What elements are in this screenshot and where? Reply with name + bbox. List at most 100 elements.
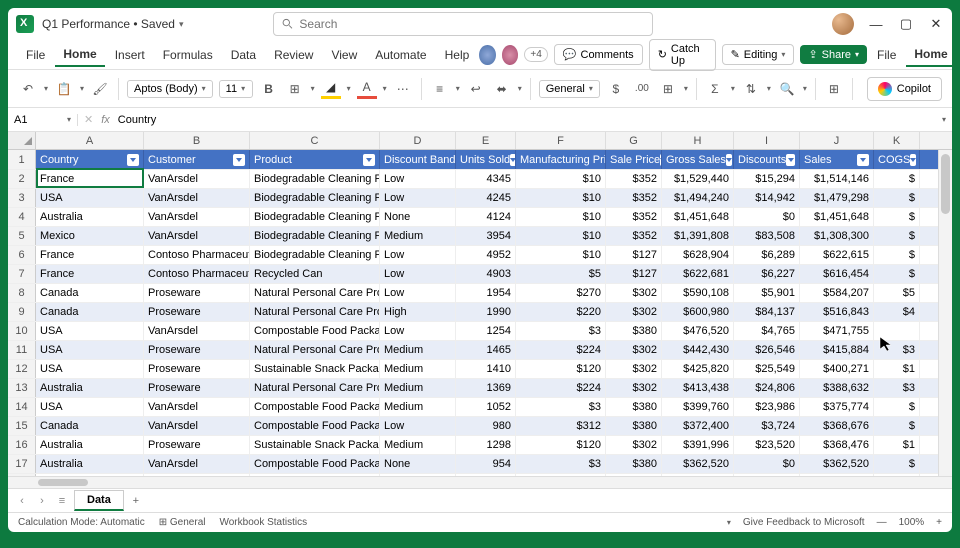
cell[interactable]: $	[874, 170, 920, 188]
filter-icon[interactable]	[233, 154, 245, 166]
header-cell[interactable]: Product	[250, 150, 380, 169]
cell[interactable]: $362,520	[800, 455, 874, 473]
sheet-nav-next[interactable]: ›	[34, 495, 50, 507]
menu-automate[interactable]: Automate	[367, 44, 434, 66]
wrap-text-icon[interactable]: ↩	[466, 79, 486, 99]
cell[interactable]: $270	[516, 284, 606, 302]
calc-mode[interactable]: Calculation Mode: Automatic	[18, 517, 145, 528]
cell[interactable]: Australia	[36, 208, 144, 226]
cell[interactable]: USA	[36, 360, 144, 378]
header-cell[interactable]: Discount Band	[380, 150, 456, 169]
cell[interactable]: $6,227	[734, 265, 800, 283]
cell[interactable]: $312	[516, 417, 606, 435]
header-cell[interactable]: Discounts	[734, 150, 800, 169]
cell[interactable]: Canada	[36, 417, 144, 435]
cell[interactable]: 954	[456, 455, 516, 473]
collaborator-avatar[interactable]	[502, 45, 519, 65]
cell[interactable]: Australia	[36, 455, 144, 473]
format-table-icon[interactable]: ⊞	[658, 79, 678, 99]
cell[interactable]: $590,108	[662, 284, 734, 302]
column-header-A[interactable]: A	[36, 132, 144, 149]
row-header[interactable]: 11	[8, 341, 36, 359]
sheet-list-icon[interactable]: ≡	[54, 495, 70, 507]
currency-icon[interactable]: $	[606, 79, 626, 99]
cell[interactable]: Proseware	[144, 303, 250, 321]
cell[interactable]: Mexico	[36, 227, 144, 245]
horizontal-scrollbar[interactable]	[8, 476, 952, 488]
menu-review[interactable]: Review	[266, 44, 321, 66]
cell[interactable]: High	[380, 303, 456, 321]
cell[interactable]: $380	[606, 322, 662, 340]
cell[interactable]: Compostable Food Packaging	[250, 455, 380, 473]
cell[interactable]: Natural Personal Care Products	[250, 303, 380, 321]
cell[interactable]: Proseware	[144, 379, 250, 397]
cell[interactable]: 4245	[456, 189, 516, 207]
column-header-G[interactable]: G	[606, 132, 662, 149]
cell[interactable]: VanArsdel	[144, 227, 250, 245]
general-status[interactable]: ⊞ General	[159, 517, 206, 528]
fill-color-icon[interactable]: ◢	[321, 79, 341, 99]
cell[interactable]: 1954	[456, 284, 516, 302]
sheet-nav-prev[interactable]: ‹	[14, 495, 30, 507]
cell[interactable]: $15,294	[734, 170, 800, 188]
cell[interactable]: $1,479,298	[800, 189, 874, 207]
cell[interactable]: Natural Personal Care Products	[250, 379, 380, 397]
menu-data[interactable]: Data	[223, 44, 264, 66]
cell[interactable]: Biodegradable Cleaning Products	[250, 208, 380, 226]
cell[interactable]: $616,454	[800, 265, 874, 283]
zoom-level[interactable]: 100%	[899, 517, 925, 528]
cell[interactable]: Proseware	[144, 284, 250, 302]
cell[interactable]: $	[874, 455, 920, 473]
cell[interactable]: $1,451,648	[800, 208, 874, 226]
cell[interactable]: $4,765	[734, 322, 800, 340]
cell[interactable]: $10	[516, 170, 606, 188]
cell[interactable]: 1369	[456, 379, 516, 397]
cell[interactable]: $476,520	[662, 322, 734, 340]
cell[interactable]: $622,615	[800, 246, 874, 264]
cell[interactable]: $1	[874, 360, 920, 378]
cell[interactable]: $1	[874, 436, 920, 454]
cell[interactable]: $83,508	[734, 227, 800, 245]
cell[interactable]: $380	[606, 455, 662, 473]
filter-icon[interactable]	[857, 154, 869, 166]
cell[interactable]: Natural Personal Care Products	[250, 341, 380, 359]
cell[interactable]: France	[36, 265, 144, 283]
cell[interactable]: Sustainable Snack Packaging	[250, 436, 380, 454]
font-color-icon[interactable]: A	[357, 79, 377, 99]
cell[interactable]: $84,137	[734, 303, 800, 321]
cell[interactable]: $26,546	[734, 341, 800, 359]
cell[interactable]: $1,494,240	[662, 189, 734, 207]
cell[interactable]: $	[874, 208, 920, 226]
cell[interactable]: $5,901	[734, 284, 800, 302]
cell[interactable]: $302	[606, 284, 662, 302]
formula-input[interactable]: Country	[118, 114, 934, 126]
cell[interactable]: $368,676	[800, 417, 874, 435]
cell[interactable]: $14,942	[734, 189, 800, 207]
cell[interactable]: $302	[606, 303, 662, 321]
cell[interactable]: Low	[380, 265, 456, 283]
cell[interactable]: $352	[606, 227, 662, 245]
filter-icon[interactable]	[786, 154, 795, 166]
cell[interactable]: USA	[36, 341, 144, 359]
cell[interactable]: $3	[516, 455, 606, 473]
cell[interactable]: USA	[36, 398, 144, 416]
row-header[interactable]: 2	[8, 170, 36, 188]
header-cell[interactable]: Sale Price	[606, 150, 662, 169]
cell[interactable]: $372,400	[662, 417, 734, 435]
cell[interactable]: 4124	[456, 208, 516, 226]
cell[interactable]: 4952	[456, 246, 516, 264]
menu-formulas[interactable]: Formulas	[155, 44, 221, 66]
cell[interactable]: $25,549	[734, 360, 800, 378]
row-header[interactable]: 9	[8, 303, 36, 321]
cell[interactable]: $368,476	[800, 436, 874, 454]
row-header[interactable]: 15	[8, 417, 36, 435]
cell[interactable]: Proseware	[144, 436, 250, 454]
cell[interactable]: $224	[516, 379, 606, 397]
menu-help[interactable]: Help	[437, 44, 478, 66]
fx-icon[interactable]: fx	[101, 114, 110, 126]
cell[interactable]: $399,760	[662, 398, 734, 416]
more-font-icon[interactable]: ⋯	[393, 79, 413, 99]
cell[interactable]: Low	[380, 189, 456, 207]
cell[interactable]: VanArsdel	[144, 417, 250, 435]
select-all-corner[interactable]	[8, 132, 36, 149]
